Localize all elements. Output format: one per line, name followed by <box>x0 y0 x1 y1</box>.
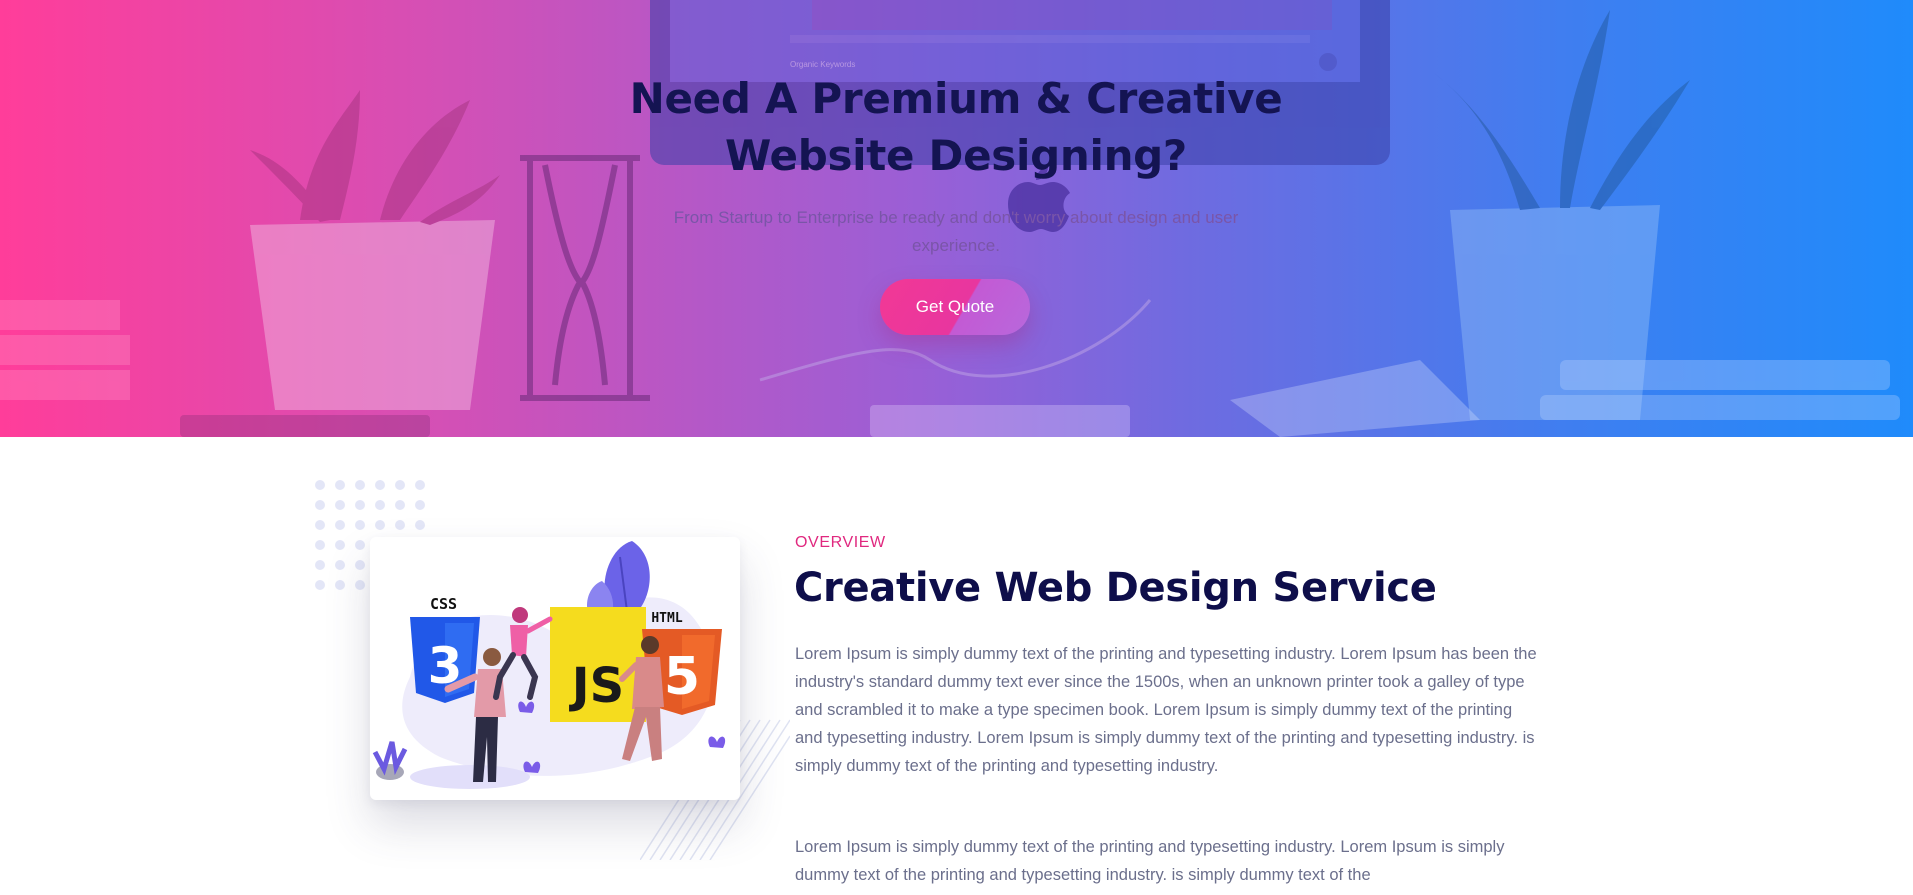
web-tech-illustration: JS CSS 3 HTML 5 <box>372 541 726 789</box>
get-quote-button[interactable]: Get Quote <box>880 279 1030 335</box>
section-eyebrow: OVERVIEW <box>795 534 886 551</box>
hero-title-line1: Need A Premium & Creative <box>629 74 1283 123</box>
js-label: JS <box>569 658 624 714</box>
css-label: CSS <box>430 595 457 613</box>
js-block-icon: JS <box>550 607 646 722</box>
hero-title-line2: Website Designing? <box>725 131 1187 180</box>
hero-subtitle-line1: From Startup to Enterprise be ready and … <box>673 208 1239 227</box>
hero-subtitle: From Startup to Enterprise be ready and … <box>646 204 1266 260</box>
hero-banner: Organic Keywords Need A Premium & Creati… <box>0 0 1913 437</box>
illustration-card: JS CSS 3 HTML 5 <box>370 537 740 800</box>
html-label: HTML <box>651 611 682 626</box>
rock-plant-icon <box>372 741 408 780</box>
html-digit: 5 <box>664 647 700 707</box>
section-title: Creative Web Design Service <box>794 565 1437 611</box>
overview-paragraph-2: Lorem Ipsum is simply dummy text of the … <box>795 838 1505 884</box>
hero-subtitle-line2: experience. <box>912 236 1000 255</box>
hero-title: Need A Premium & Creative Website Design… <box>556 70 1356 184</box>
css3-shield-icon: CSS 3 <box>410 595 480 703</box>
overview-paragraph-1: Lorem Ipsum is simply dummy text of the … <box>795 645 1537 775</box>
hero-content: Need A Premium & Creative Website Design… <box>0 0 1913 437</box>
